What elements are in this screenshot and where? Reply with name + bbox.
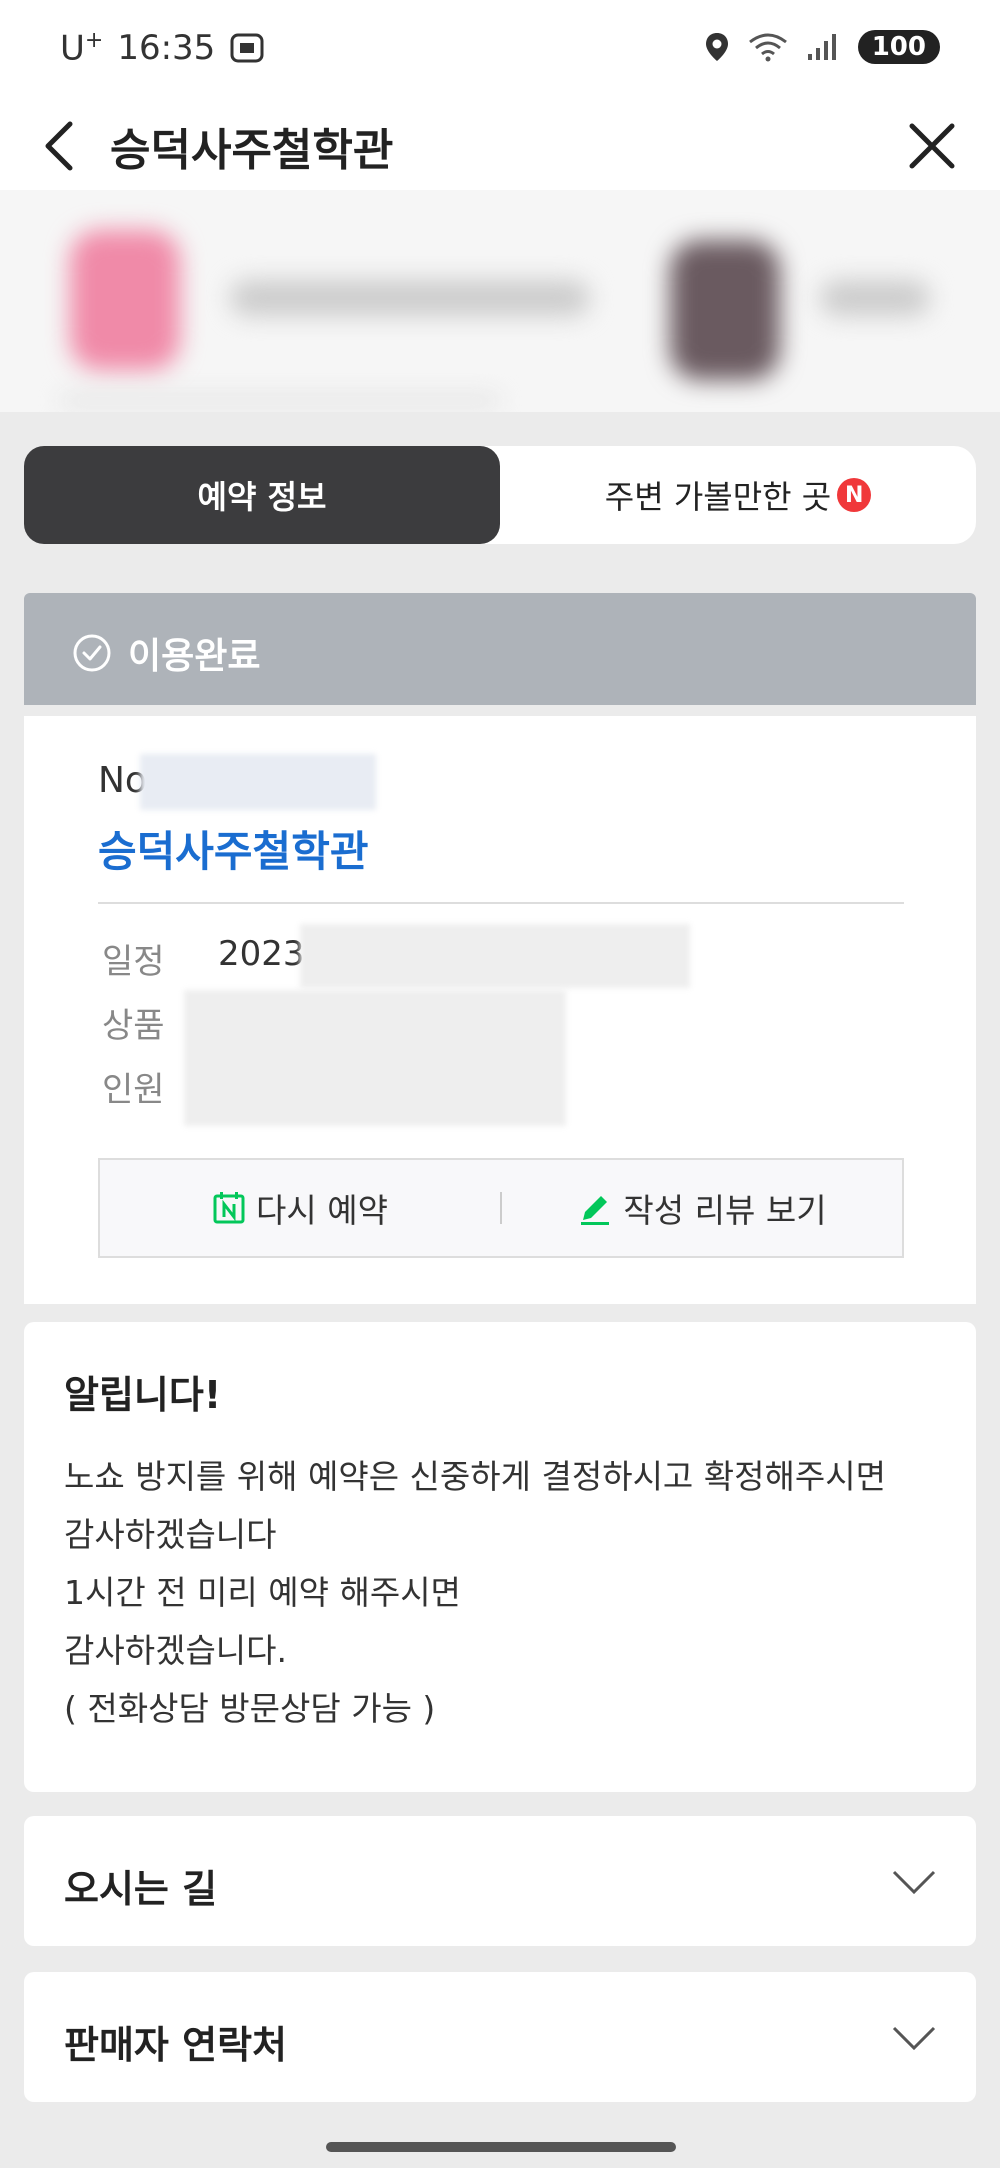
seller-contact-accordion[interactable]: 판매자 연락처 xyxy=(24,1972,976,2102)
top-navigation: 승덕사주철학관 xyxy=(0,100,1000,190)
pencil-icon xyxy=(581,1196,610,1225)
chevron-down-icon xyxy=(892,2026,936,2051)
redacted-number xyxy=(140,754,376,810)
rebook-button[interactable]: 다시 예약 xyxy=(100,1184,500,1232)
schedule-label: 일정 xyxy=(102,942,165,982)
product-label: 상품 xyxy=(102,1006,165,1046)
directions-title: 오시는 길 xyxy=(64,1867,218,1911)
close-icon[interactable] xyxy=(904,118,960,174)
tab-reservation-info[interactable]: 예약 정보 xyxy=(24,446,500,544)
reservation-actions: 다시 예약 작성 리뷰 보기 xyxy=(98,1158,904,1258)
wifi-icon xyxy=(748,33,787,62)
reservation-status-banner: 이용완료 xyxy=(24,593,976,705)
notice-line: 노쇼 방지를 위해 예약은 신중하게 결정하시고 확정해주시면 xyxy=(64,1457,886,1496)
banner-text xyxy=(820,280,930,316)
tab-bar: 예약 정보 주변 가볼만한 곳 N xyxy=(24,446,976,544)
banner-text xyxy=(230,280,590,316)
home-indicator[interactable] xyxy=(326,2142,676,2152)
banner-line xyxy=(60,396,500,406)
redacted-product xyxy=(184,990,566,1126)
page-title: 승덕사주철학관 xyxy=(110,125,394,176)
directions-accordion[interactable]: 오시는 길 xyxy=(24,1816,976,1946)
banner-image xyxy=(670,240,780,380)
status-label: 이용완료 xyxy=(128,636,261,677)
notice-line: ( 전화상담 방문상담 가능 ) xyxy=(64,1689,436,1728)
naver-calendar-icon xyxy=(213,1192,245,1224)
banner-image xyxy=(70,230,180,370)
notice-line: 감사하겠습니다. xyxy=(64,1631,288,1670)
status-bar: U+ 16:35 100 xyxy=(0,0,1000,100)
battery-indicator: 100 xyxy=(857,30,940,64)
notice-card: 알립니다! 노쇼 방지를 위해 예약은 신중하게 결정하시고 확정해주시면 감사… xyxy=(24,1322,976,1792)
screenshot-icon xyxy=(230,33,264,63)
clock: 16:35 xyxy=(117,28,216,69)
schedule-value: 2023 xyxy=(218,934,305,974)
seller-contact-title: 판매자 연락처 xyxy=(64,2023,287,2067)
reservation-card: No 승덕사주철학관 일정 2023 상품 인원 다시 예약 작성 리뷰 보기 xyxy=(24,716,976,1304)
headcount-label: 인원 xyxy=(102,1070,165,1110)
location-icon xyxy=(705,33,728,61)
shop-name-link[interactable]: 승덕사주철학관 xyxy=(98,818,368,879)
chevron-down-icon xyxy=(892,1870,936,1895)
check-circle-icon xyxy=(73,634,111,672)
new-badge: N xyxy=(837,478,872,512)
back-arrow-icon[interactable] xyxy=(38,118,88,174)
redacted-schedule xyxy=(300,924,690,988)
notice-title: 알립니다! xyxy=(64,1373,222,1417)
tab-nearby-places[interactable]: 주변 가볼만한 곳 N xyxy=(500,446,976,544)
notice-line: 1시간 전 미리 예약 해주시면 xyxy=(64,1573,461,1612)
divider xyxy=(98,902,904,904)
carrier-label: U+ xyxy=(60,28,104,69)
blurred-banner xyxy=(0,190,1000,412)
view-review-button[interactable]: 작성 리뷰 보기 xyxy=(502,1184,902,1232)
signal-icon xyxy=(807,34,836,60)
notice-body: 노쇼 방지를 위해 예약은 신중하게 결정하시고 확정해주시면 감사하겠습니다 … xyxy=(64,1448,944,1738)
notice-line: 감사하겠습니다 xyxy=(64,1515,277,1554)
